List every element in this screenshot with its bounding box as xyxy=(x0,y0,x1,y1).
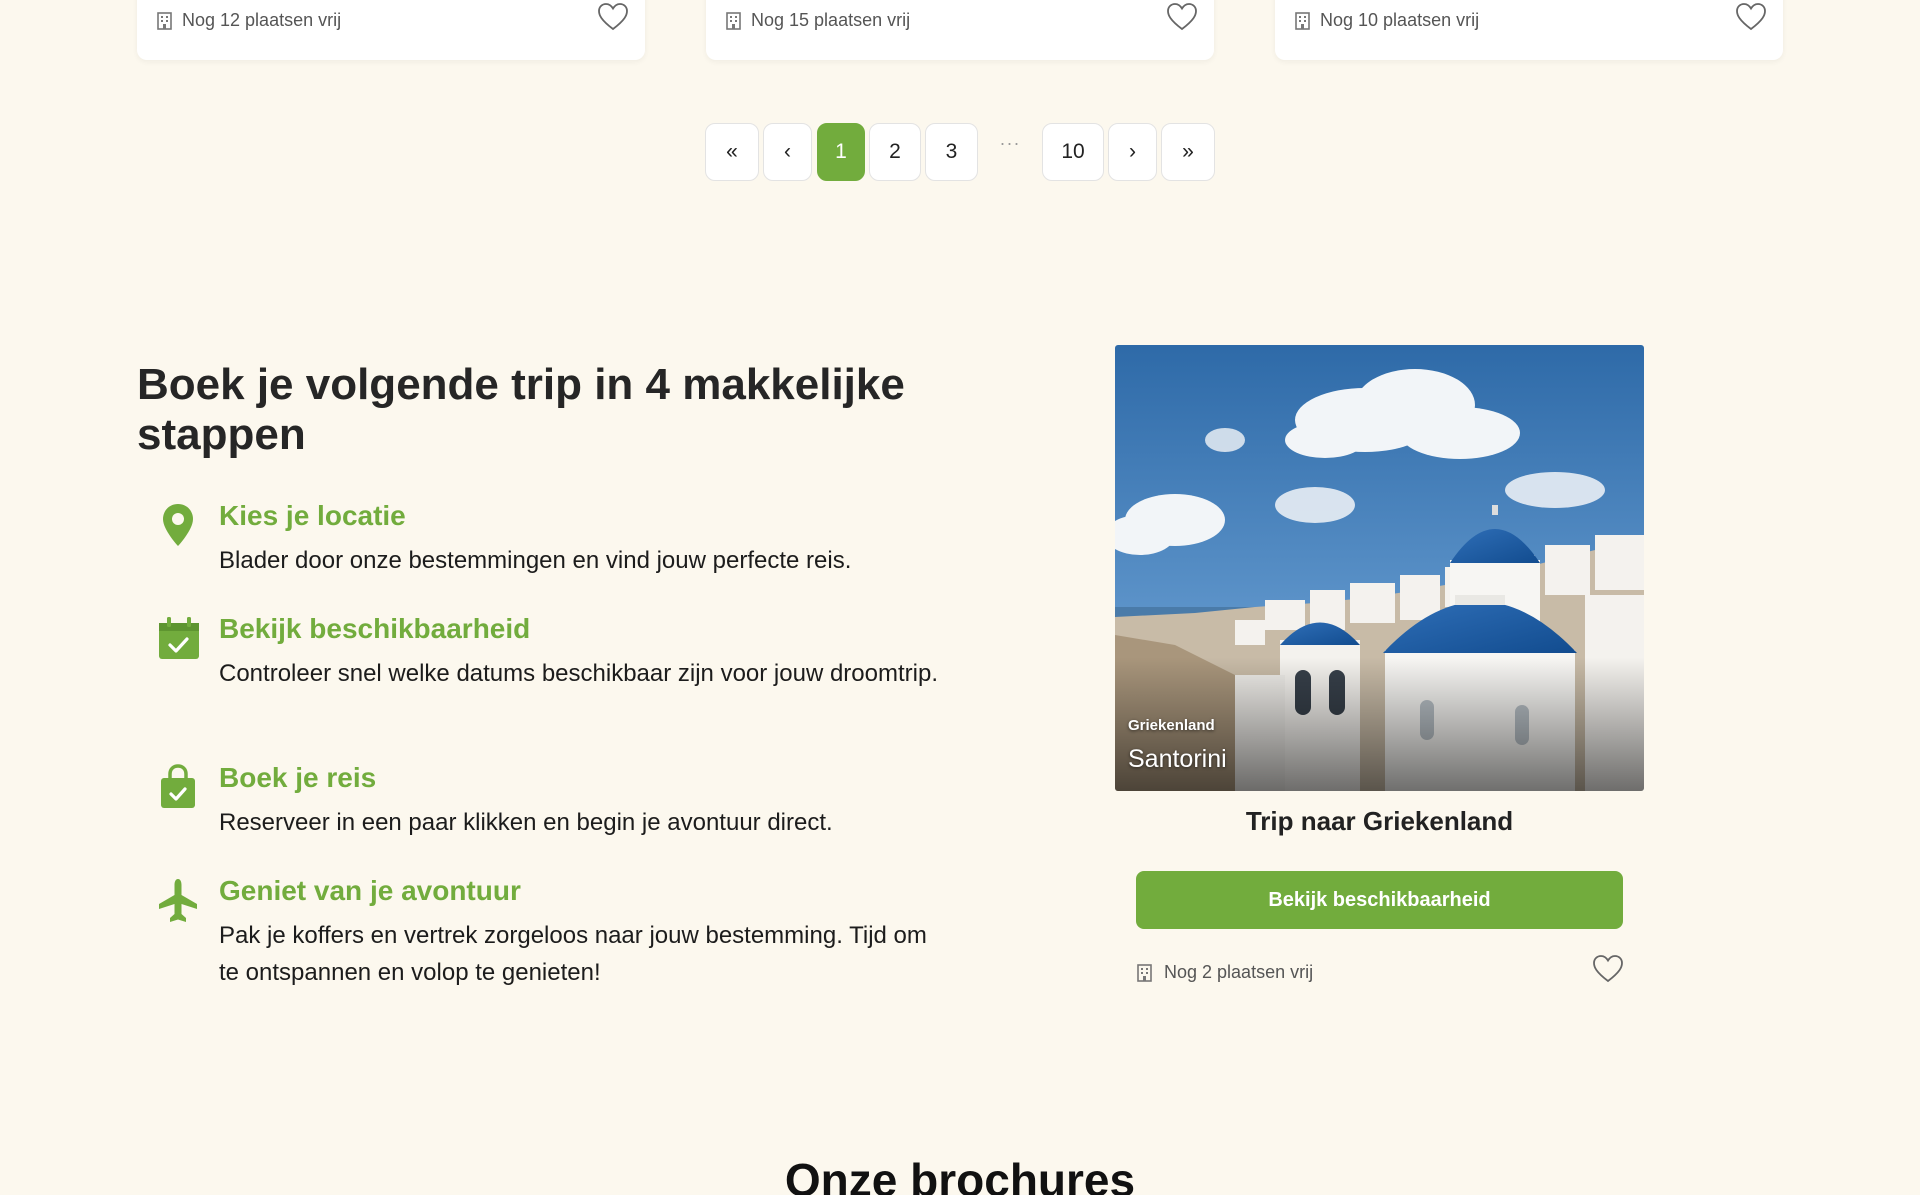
building-icon xyxy=(1295,11,1310,30)
image-place-label: Santorini xyxy=(1128,745,1227,773)
building-icon xyxy=(726,11,741,30)
shopping-bag-check-icon xyxy=(161,764,195,808)
favorite-button[interactable] xyxy=(1735,2,1767,37)
step-title: Geniet van je avontuur xyxy=(219,875,521,906)
step-description: Pak je koffers en vertrek zorgeloos naar… xyxy=(219,922,927,986)
availability: Nog 2 plaatsen vrij xyxy=(1137,962,1313,983)
page-button-1[interactable]: 1 xyxy=(817,123,865,181)
availability-text: Nog 2 plaatsen vrij xyxy=(1164,962,1314,982)
trip-image[interactable]: Griekenland Santorini xyxy=(1115,345,1644,791)
step-title: Boek je reis xyxy=(219,762,377,793)
availability-text: Nog 10 plaatsen vrij xyxy=(1320,10,1480,30)
page-button-2[interactable]: 2 xyxy=(869,123,921,181)
map-pin-icon xyxy=(163,504,193,546)
trip-title: Trip naar Griekenland xyxy=(1245,806,1514,836)
last-page-button[interactable]: » xyxy=(1161,123,1215,181)
availability: Nog 10 plaatsen vrij xyxy=(1295,10,1479,31)
favorite-button[interactable] xyxy=(597,2,629,37)
image-country-label: Griekenland xyxy=(1128,717,1215,734)
building-icon xyxy=(1137,963,1152,982)
brochures-title: Onze brochures xyxy=(784,1154,1136,1195)
calendar-check-icon xyxy=(159,617,199,659)
check-availability-button[interactable]: Bekijk beschikbaarheid xyxy=(1136,871,1623,929)
heart-icon xyxy=(1593,955,1623,983)
trip-card-top-1[interactable]: Nog 12 plaatsen vrij xyxy=(137,0,645,60)
airplane-icon xyxy=(159,879,197,922)
next-page-button[interactable]: › xyxy=(1108,123,1157,181)
favorite-button[interactable] xyxy=(1592,954,1624,989)
availability: Nog 12 plaatsen vrij xyxy=(157,10,341,31)
trip-card-top-2[interactable]: Nog 15 plaatsen vrij xyxy=(706,0,1214,60)
pagination-ellipsis: ··· xyxy=(999,133,1021,153)
step-title: Bekijk beschikbaarheid xyxy=(219,613,531,644)
pagination: « ‹ 1 2 3 ··· 10 › » xyxy=(0,123,1920,181)
first-page-button[interactable]: « xyxy=(705,123,759,181)
building-icon xyxy=(157,11,172,30)
step-description: Controleer snel welke datums beschikbaar… xyxy=(219,660,938,687)
step-description: Blader door onze bestemmingen en vind jo… xyxy=(219,547,852,574)
heart-icon xyxy=(598,3,628,31)
availability: Nog 15 plaatsen vrij xyxy=(726,10,910,31)
heart-icon xyxy=(1736,3,1766,31)
heart-icon xyxy=(1167,3,1197,31)
trip-card-top-3[interactable]: Nog 10 plaatsen vrij xyxy=(1275,0,1783,60)
previous-page-button[interactable]: ‹ xyxy=(763,123,812,181)
availability-text: Nog 15 plaatsen vrij xyxy=(751,10,911,30)
section-title: Boek je volgende trip in 4 makkelijke st… xyxy=(137,360,905,459)
step-description: Reserveer in een paar klikken en begin j… xyxy=(219,809,833,836)
availability-text: Nog 12 plaatsen vrij xyxy=(182,10,342,30)
page-button-3[interactable]: 3 xyxy=(925,123,978,181)
favorite-button[interactable] xyxy=(1166,2,1198,37)
step-title: Kies je locatie xyxy=(219,500,406,531)
page-button-10[interactable]: 10 xyxy=(1042,123,1104,181)
